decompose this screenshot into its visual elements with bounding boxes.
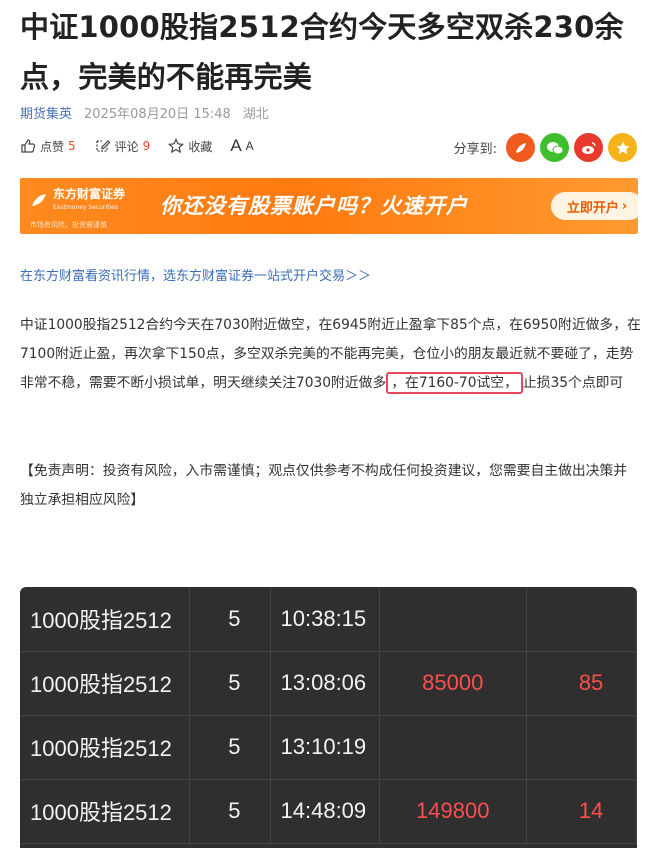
font-size-icon-small: A (245, 139, 254, 153)
font-size-button[interactable]: AA (230, 136, 253, 156)
article-meta: 期货集英 2025年08月20日 15:48 湖北 (20, 103, 269, 122)
table-row: 1000股指2512 5 13:08:06 85000 85 (20, 651, 637, 716)
author-link[interactable]: 期货集英 (20, 103, 72, 122)
article-actions: 点赞 5 评论 9 收藏 AA (20, 136, 254, 156)
like-count: 5 (68, 139, 76, 153)
body-text-after: 止损35个点即可 (522, 375, 624, 391)
favorite-button[interactable]: 收藏 (168, 138, 212, 155)
promo-link[interactable]: 在东方财富看资讯行情，选东方财富证券一站式开户交易＞＞ (20, 265, 371, 284)
table-row: 1000股指2512 5 10:38:15 (20, 587, 637, 652)
share-bar: 分享到: (454, 133, 637, 162)
edit-icon (96, 140, 111, 152)
price-cell: 149800 (379, 779, 527, 844)
comment-count: 9 (142, 139, 151, 153)
qty-cell: 5 (189, 587, 271, 652)
time-cell: 14:48:09 (270, 779, 380, 844)
publish-datetime: 2025年08月20日 15:48 (84, 107, 231, 122)
banner-slogan: 你还没有股票账户吗？火速开户 (160, 194, 468, 218)
comment-button[interactable]: 评论 9 (94, 138, 151, 155)
comment-label: 评论 (114, 139, 139, 154)
banner-brand-en: Eastmoney Securities (53, 204, 118, 211)
price-cell (379, 587, 527, 652)
contract-cell: 1000股指2512 (20, 587, 191, 652)
price2-cell (526, 715, 637, 780)
banner-risk-note: 市场有风险，投资需谨慎 (30, 221, 107, 229)
location: 湖北 (242, 107, 269, 122)
open-account-button[interactable]: 立即开户 › (551, 192, 638, 220)
font-size-icon-large: A (230, 136, 242, 155)
banner-logo: 东方财富证券 Eastmoney Securities (30, 188, 125, 214)
chevron-right-icon: › (621, 198, 628, 214)
qty-cell: 5 (189, 651, 271, 716)
price2-cell: 85 (526, 651, 637, 716)
open-account-button-label: 立即开户 (566, 200, 619, 216)
banner-brand: 东方财富证券 (53, 187, 126, 201)
star-outline-icon (168, 138, 185, 154)
open-account-banner[interactable]: 东方财富证券 Eastmoney Securities 市场有风险，投资需谨慎 … (20, 178, 638, 234)
time-cell: 13:10:19 (270, 715, 380, 780)
favorite-label: 收藏 (188, 139, 213, 154)
qzone-star-icon[interactable] (608, 133, 637, 162)
table-row: 1000股指2512 5 13:10:19 (20, 715, 637, 780)
contract-cell: 1000股指2512 (20, 779, 191, 844)
trade-records-table: 1000股指2512 5 10:38:15 1000股指2512 5 13:08… (20, 587, 637, 848)
like-button[interactable]: 点赞 5 (20, 138, 76, 155)
share-circle-icon[interactable] (506, 133, 535, 162)
article-title: 中证1000股指2512合约今天多空双杀230余点，完美的不能再完美 (20, 10, 624, 94)
price-cell: 85000 (379, 651, 527, 716)
like-label: 点赞 (40, 139, 65, 154)
table-row: 1000股指2512 5 14:48:09 149800 14 (20, 779, 637, 844)
eastmoney-logo-icon (32, 194, 46, 206)
contract-cell: 1000股指2512 (20, 715, 191, 780)
price-cell (379, 715, 527, 780)
share-label: 分享到: (453, 142, 497, 157)
time-cell: 10:38:15 (270, 587, 380, 652)
weibo-icon[interactable] (574, 133, 603, 162)
contract-cell: 1000股指2512 (20, 651, 191, 716)
article-body: 中证1000股指2512合约今天在7030附近做空，在6945附近止盈拿下85个… (20, 311, 642, 398)
highlighted-text: ，在7160-70试空， (386, 372, 523, 394)
qty-cell: 5 (189, 779, 271, 844)
price2-cell (526, 587, 637, 652)
wechat-icon[interactable] (540, 133, 569, 162)
thumbs-up-icon (21, 139, 36, 153)
price2-cell: 14 (526, 779, 637, 844)
qty-cell: 5 (189, 715, 271, 780)
disclaimer: 【免责声明：投资有风险，入市需谨慎；观点仅供参考不构成任何投资建议，您需要自主做… (20, 463, 628, 508)
time-cell: 13:08:06 (270, 651, 380, 716)
